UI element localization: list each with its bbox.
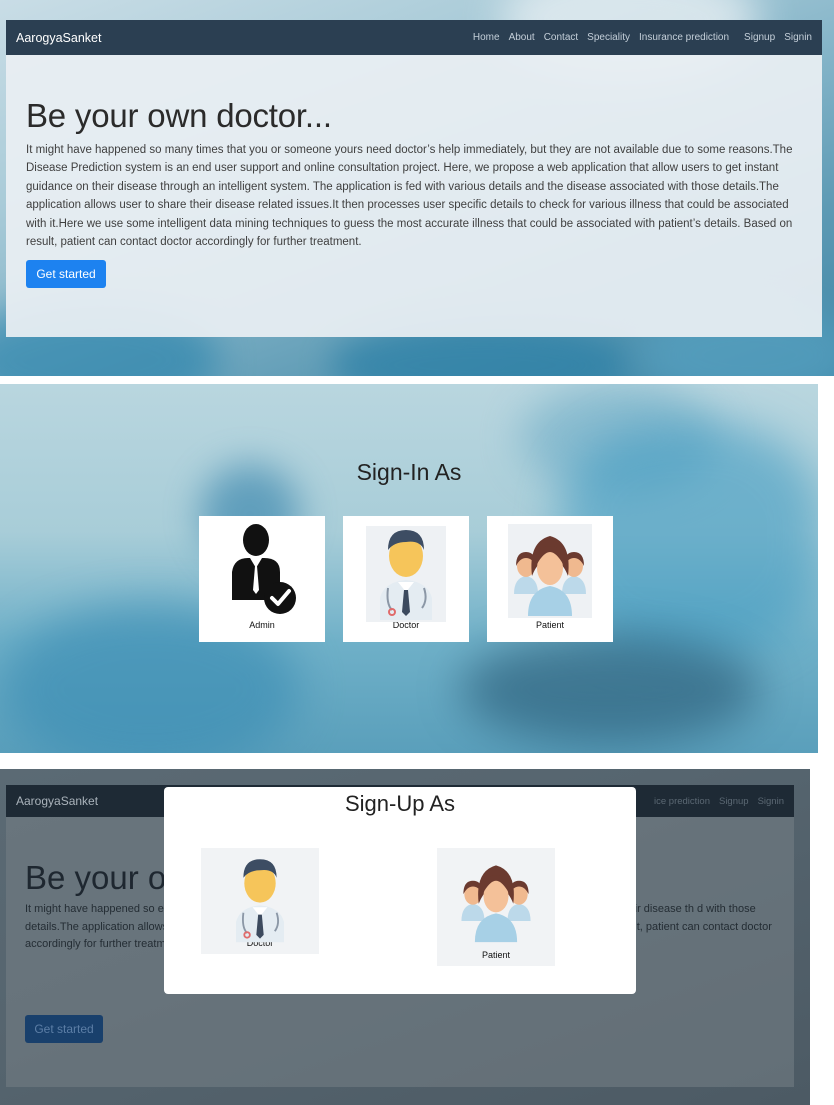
nav-contact[interactable]: Contact xyxy=(544,32,578,43)
admin-label: Admin xyxy=(249,620,275,630)
patient-icon xyxy=(461,865,531,943)
nav-signin: Signin xyxy=(757,795,784,807)
doctor-icon xyxy=(236,859,284,943)
signin-patient-card[interactable]: Patient xyxy=(487,516,613,642)
navbar: AarogyaSanket Home About Contact Special… xyxy=(6,20,822,55)
nav-links-dimmed: ice prediction Signup Signin xyxy=(654,796,784,807)
signin-admin-card[interactable]: Admin xyxy=(199,516,325,642)
nav-signin[interactable]: Signin xyxy=(784,32,812,43)
hero-title-dimmed: Be your o xyxy=(25,859,167,896)
patient-label: Patient xyxy=(535,620,565,630)
signup-modal-panel: AarogyaSanket ice prediction Signup Sign… xyxy=(0,769,810,1105)
signin-title: Sign-In As xyxy=(356,459,462,485)
hero-title: Be your own doctor... xyxy=(26,97,332,134)
background-blur xyxy=(460,634,760,744)
signup-modal: Sign-Up As Doctor Patient xyxy=(164,787,636,994)
get-started-button[interactable]: Get started xyxy=(26,260,106,288)
landing-panel: AarogyaSanket Home About Contact Special… xyxy=(0,0,834,376)
brand-logo: AarogyaSanket xyxy=(16,794,99,808)
hero-jumbotron: Be your own doctor... It might have happ… xyxy=(6,55,822,337)
patient-icon xyxy=(508,524,592,618)
nav-home[interactable]: Home xyxy=(473,32,500,43)
nav-insurance-prediction[interactable]: Insurance prediction xyxy=(639,32,729,43)
nav-speciality[interactable]: Speciality xyxy=(587,32,630,43)
nav-signup[interactable]: Signup xyxy=(744,32,775,43)
nav-links: Home About Contact Speciality Insurance … xyxy=(473,32,812,43)
hero-description: It might have happened so many times tha… xyxy=(26,144,793,249)
brand-logo[interactable]: AarogyaSanket xyxy=(16,31,101,45)
admin-icon xyxy=(232,524,296,614)
get-started-button: Get started xyxy=(25,1015,103,1043)
signin-doctor-card[interactable]: Doctor xyxy=(343,516,469,642)
doctor-icon xyxy=(366,526,446,622)
patient-label: Patient xyxy=(481,950,511,960)
signup-title: Sign-Up As xyxy=(344,791,456,816)
signup-doctor-card[interactable]: Doctor xyxy=(201,848,319,954)
nav-signup: Signup xyxy=(718,795,749,807)
signup-patient-card[interactable]: Patient xyxy=(437,848,555,966)
nav-insurance-prediction: ice prediction xyxy=(654,795,710,807)
nav-about[interactable]: About xyxy=(509,32,535,43)
signin-panel: Sign-In As Admin Doctor Patient xyxy=(0,384,818,753)
